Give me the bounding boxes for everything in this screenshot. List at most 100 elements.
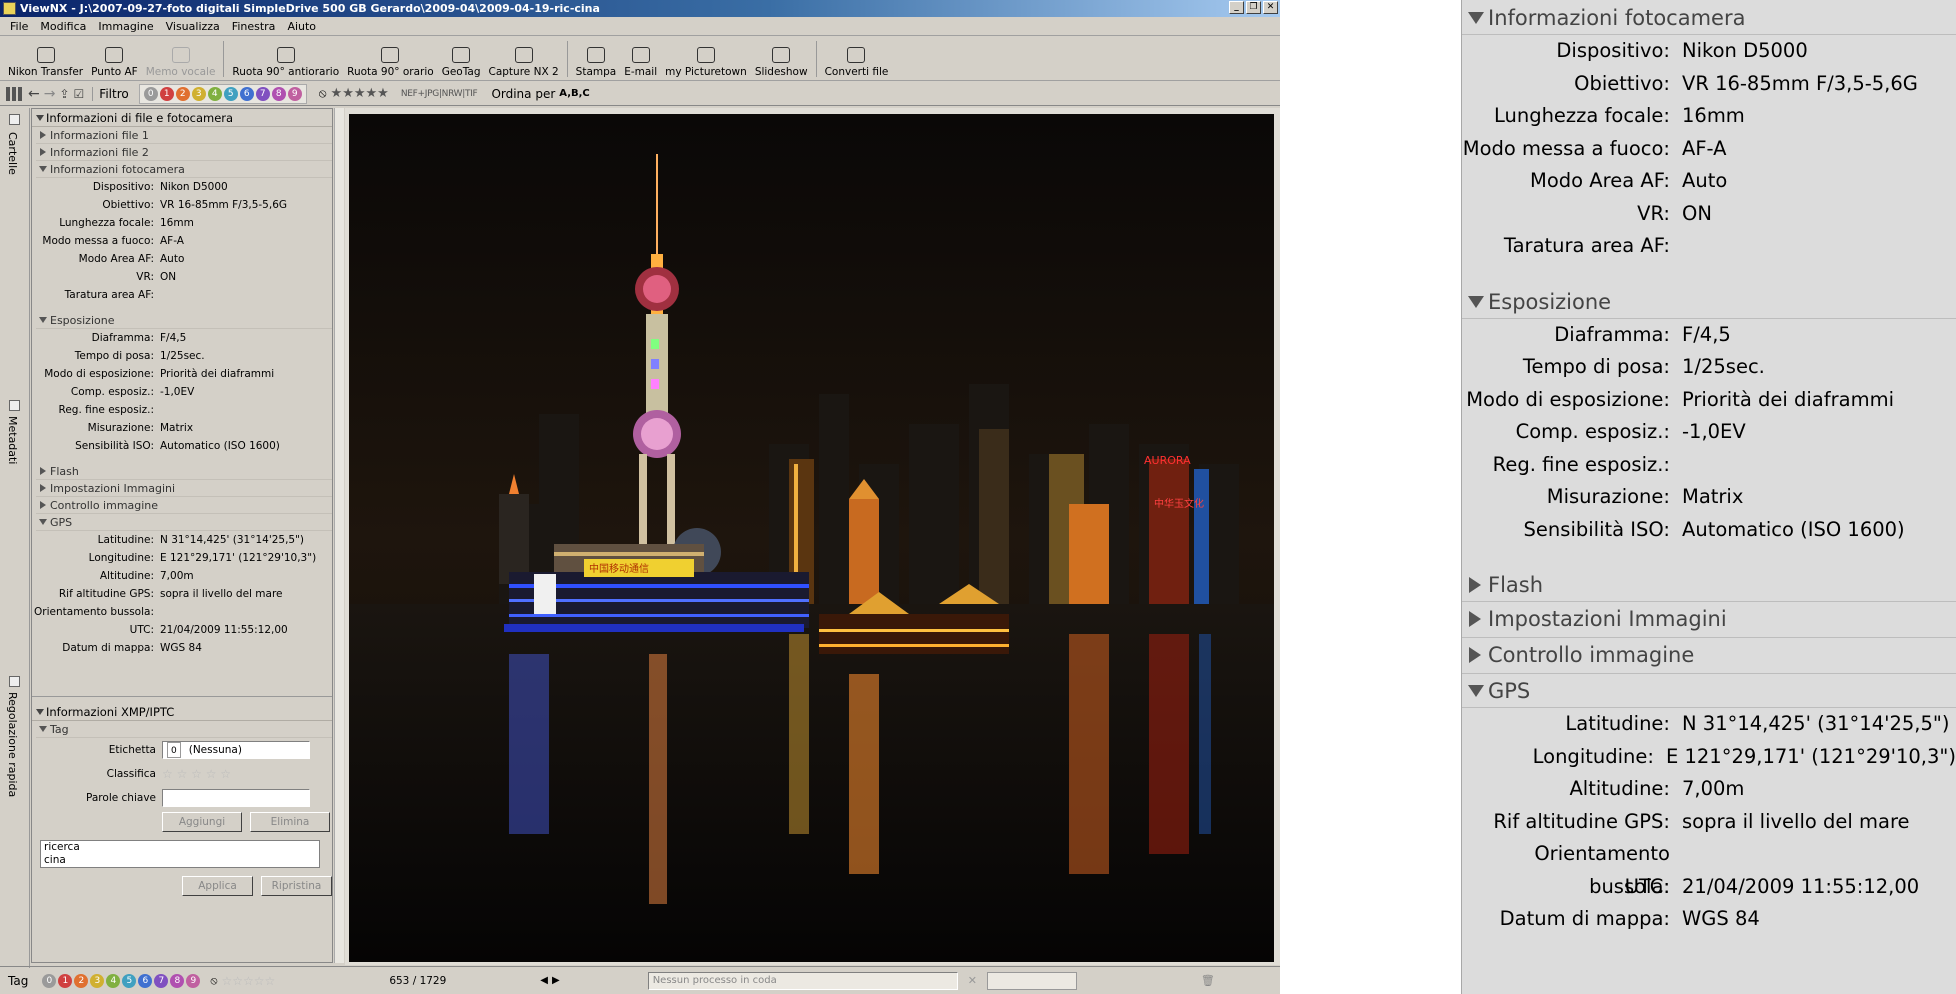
filter-label-0[interactable]: 0 (143, 86, 158, 101)
keywords-input[interactable] (162, 789, 310, 807)
prev-image-icon[interactable]: ◀ (540, 975, 548, 986)
camera-info-key: Obiettivo: (102, 199, 154, 211)
zoom-flash-header[interactable]: Flash (1462, 568, 1956, 602)
filter-label-9[interactable]: 9 (287, 86, 302, 101)
camera-info-header[interactable]: Informazioni fotocamera (36, 161, 332, 178)
filter-label-4[interactable]: 4 (207, 86, 222, 101)
zoom-camera-header[interactable]: Informazioni fotocamera (1462, 1, 1956, 35)
sort-icon[interactable]: A,B,C (559, 88, 589, 99)
toolbar-button-6[interactable]: Capture NX 2 (485, 38, 563, 80)
bottom-label-0[interactable]: 0 (42, 973, 57, 988)
xmp-iptc-header[interactable]: Informazioni XMP/IPTC (32, 703, 332, 721)
toolbar-button-11[interactable]: Converti file (821, 38, 893, 80)
filter-label-2[interactable]: 2 (175, 86, 190, 101)
bottom-label-2[interactable]: 2 (74, 973, 89, 988)
flash-header[interactable]: Flash (36, 463, 332, 480)
gps-header[interactable]: GPS (36, 514, 332, 531)
delete-keyword-button[interactable]: Elimina (250, 812, 330, 832)
exposure-info-row: Reg. fine esposiz.: (32, 401, 332, 419)
filter-label-6[interactable]: 6 (239, 86, 254, 101)
forward-icon[interactable]: → (44, 86, 56, 102)
bottom-no-rating-icon[interactable]: ⦸ (210, 974, 217, 988)
zoom-gps-header[interactable]: GPS (1462, 674, 1956, 708)
menu-immagine[interactable]: Immagine (92, 20, 159, 33)
image-settings-header[interactable]: Impostazioni Immagini (36, 480, 332, 497)
rating-filter[interactable]: ★★★★★ (331, 86, 389, 101)
keyword-item[interactable]: ricerca (44, 841, 319, 854)
add-keyword-button[interactable]: Aggiungi (162, 812, 242, 832)
photo-shanghai-skyline[interactable]: AURORA 中华玉文化 中国移动通信 (349, 114, 1274, 962)
camera-info-row: Dispositivo: Nikon D5000 (32, 178, 332, 196)
exposure-header[interactable]: Esposizione (36, 312, 332, 329)
bottom-label-4[interactable]: 4 (106, 973, 121, 988)
file-info-1-header[interactable]: Informazioni file 1 (36, 127, 332, 144)
reset-button[interactable]: Ripristina (261, 876, 332, 896)
gps-info-row: UTC: 21/04/2009 11:55:12,00 (32, 621, 332, 639)
tab-metadati[interactable]: Metadati (6, 416, 19, 464)
zoom-image-control-header[interactable]: Controllo immagine (1462, 638, 1956, 674)
tag-header[interactable]: Tag (36, 721, 332, 738)
filter-label-5[interactable]: 5 (223, 86, 238, 101)
restore-button[interactable]: ❐ (1246, 1, 1261, 14)
metadata-tab-icon[interactable] (9, 400, 20, 411)
filter-label-7[interactable]: 7 (255, 86, 270, 101)
menu-visualizza[interactable]: Visualizza (160, 20, 226, 33)
zoom-image-settings-header[interactable]: Impostazioni Immagini (1462, 602, 1956, 638)
grid-view-icon[interactable] (6, 86, 24, 101)
folders-tab-icon[interactable] (9, 114, 20, 125)
bottom-label-5[interactable]: 5 (122, 973, 137, 988)
progress-bar (986, 971, 1077, 990)
menu-modifica[interactable]: Modifica (34, 20, 92, 33)
label-select[interactable]: 0 (Nessuna) (162, 741, 310, 759)
toolbar-button-4[interactable]: Ruota 90° orario (343, 38, 438, 80)
trash-icon[interactable]: 🗑 (1201, 974, 1215, 987)
bottom-label-9[interactable]: 9 (186, 973, 201, 988)
file-camera-info-header[interactable]: Informazioni di file e fotocamera (32, 109, 332, 127)
filter-label-8[interactable]: 8 (271, 86, 286, 101)
zoom-camera-info-row: Lunghezza focale: 16mm (1462, 100, 1956, 133)
process-queue-select[interactable]: Nessun processo in coda (647, 971, 958, 990)
filter-label-3[interactable]: 3 (191, 86, 206, 101)
menu-file[interactable]: File (4, 20, 34, 33)
toolbar-button-0[interactable]: Nikon Transfer (4, 38, 87, 80)
cancel-queue-icon[interactable]: ✕ (968, 974, 977, 987)
bottom-label-1[interactable]: 1 (58, 973, 73, 988)
tab-regolazione-rapida[interactable]: Regolazione rapida (6, 692, 19, 797)
keyword-item[interactable]: cina (44, 854, 319, 867)
toolbar-button-10[interactable]: Slideshow (751, 38, 812, 80)
export-icon[interactable]: ⇪ (59, 87, 69, 101)
no-rating-icon[interactable]: ⦸ (319, 86, 327, 101)
bottom-label-3[interactable]: 3 (90, 973, 105, 988)
capture-nx-icon (514, 47, 533, 63)
bottom-label-7[interactable]: 7 (154, 973, 169, 988)
file-info-2-header[interactable]: Informazioni file 2 (36, 144, 332, 161)
zoom-exposure-header[interactable]: Esposizione (1462, 285, 1956, 319)
toolbar-button-1[interactable]: Punto AF (87, 38, 142, 80)
menu-aiuto[interactable]: Aiuto (281, 20, 322, 33)
filetype-filter[interactable]: NEF+JPG|NRW|TIF (401, 89, 478, 99)
toolbar-button-2[interactable]: Memo vocale (142, 38, 220, 80)
keyword-list[interactable]: ricerca cina (40, 840, 320, 868)
bottom-label-6[interactable]: 6 (138, 973, 153, 988)
back-icon[interactable]: ← (28, 86, 40, 102)
close-button[interactable]: ✕ (1263, 1, 1278, 14)
tab-cartelle[interactable]: Cartelle (6, 132, 19, 175)
panel-splitter[interactable] (334, 108, 344, 963)
toolbar-button-9[interactable]: my Picturetown (661, 38, 751, 80)
toolbar-button-5[interactable]: GeoTag (438, 38, 485, 80)
rating-stars[interactable]: ☆ ☆ ☆ ☆ ☆ (162, 767, 231, 781)
minimize-button[interactable]: _ (1229, 1, 1244, 14)
toolbar-button-7[interactable]: Stampa (572, 38, 621, 80)
bottom-label-8[interactable]: 8 (170, 973, 185, 988)
menu-bar: File Modifica Immagine Visualizza Finest… (0, 17, 1280, 36)
bottom-rating-stars[interactable]: ☆☆☆☆☆ (222, 974, 276, 988)
select-icon[interactable]: ☑ (74, 87, 85, 101)
toolbar-button-3[interactable]: Ruota 90° antiorario (228, 38, 343, 80)
apply-button[interactable]: Applica (182, 876, 253, 896)
next-image-icon[interactable]: ▶ (552, 975, 560, 986)
menu-finestra[interactable]: Finestra (226, 20, 282, 33)
toolbar-button-8[interactable]: E-mail (620, 38, 661, 80)
filter-label-1[interactable]: 1 (159, 86, 174, 101)
image-control-header[interactable]: Controllo immagine (36, 497, 332, 514)
quick-adjust-tab-icon[interactable] (9, 676, 20, 687)
